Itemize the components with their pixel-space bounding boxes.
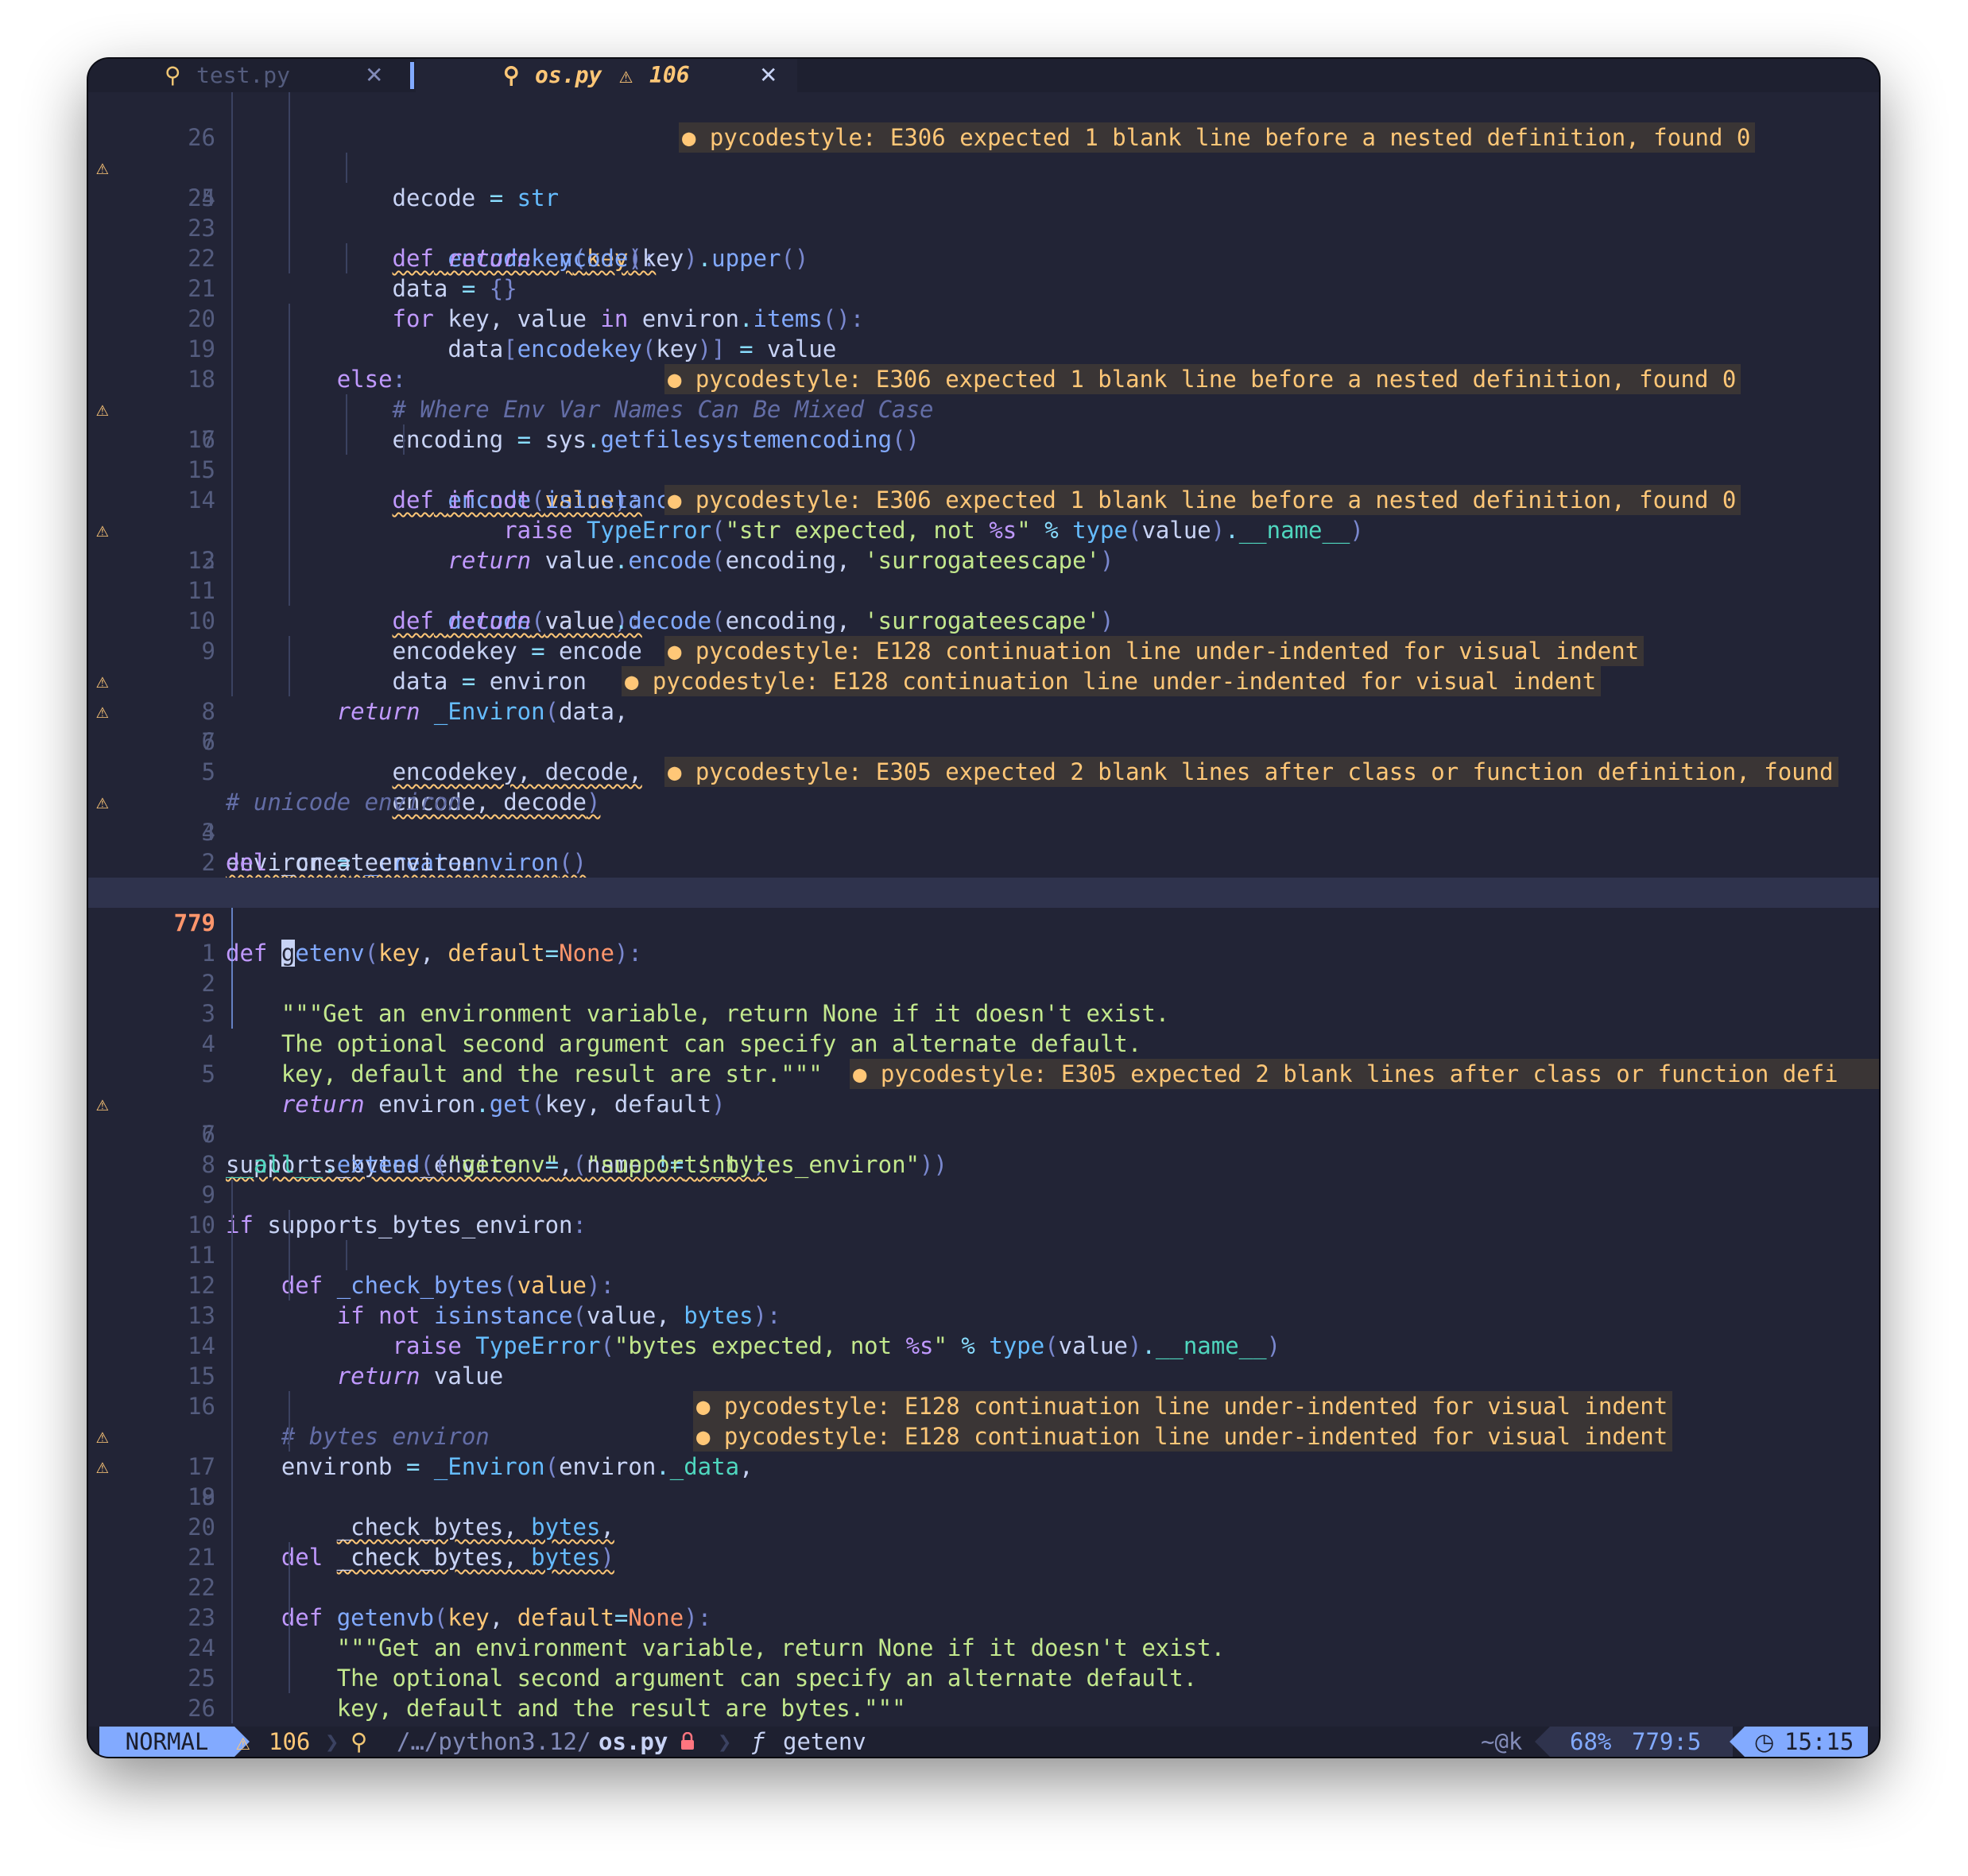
code-line[interactable]: 2 The optional second argument can speci… <box>88 938 1879 1057</box>
clock-icon: ◷ <box>1754 1728 1775 1755</box>
code-line[interactable]: 18 encoding = sys.getfilesystemencoding(… <box>88 334 1879 453</box>
code-line[interactable]: 15 # bytes environ <box>88 1331 1879 1450</box>
code-line[interactable]: 12 return value.decode(encoding, 'surrog… <box>88 515 1879 634</box>
close-icon[interactable]: ✕ <box>365 59 383 92</box>
code-line[interactable]: 22 """Get an environment variable, retur… <box>88 1542 1879 1661</box>
tab-os-py[interactable]: ⚲ os.py ⚠ 106 ✕ <box>416 59 797 92</box>
position-separator <box>1535 1727 1550 1757</box>
diagnostic-message: ● pycodestyle: E306 expected 1 blank lin… <box>664 364 1741 394</box>
code-line[interactable]: 3 key, default and the result are str.""… <box>88 968 1879 1087</box>
code-line[interactable]: 8 <box>88 1119 1879 1178</box>
python-icon: ⚲ <box>165 62 181 88</box>
current-function: getenv <box>783 1728 866 1755</box>
code-line[interactable]: 5 <box>88 1029 1879 1087</box>
scroll-percent: 68% <box>1570 1728 1612 1755</box>
chevron-right-icon: ❯ <box>325 1728 339 1755</box>
code-line[interactable]: 11 if not isinstance(value, bytes): <box>88 1210 1879 1329</box>
user-host: ~@k <box>1481 1728 1523 1755</box>
code-line[interactable]: 16 environb = _Environ(environ._data, <box>88 1361 1879 1480</box>
code-line[interactable]: 4 return environ.get(key, default) <box>88 998 1879 1118</box>
mode-indicator: NORMAL <box>99 1727 234 1757</box>
code-line[interactable]: 25 return environb.get(key, default) <box>88 1633 1879 1752</box>
warning-icon: ⚠ <box>236 1728 250 1755</box>
code-line[interactable]: ⚠ 17 _check_bytes, bytes, ● pycodestyle:… <box>88 1391 1879 1541</box>
code-line[interactable]: 13 return value <box>88 1270 1879 1390</box>
code-line[interactable]: ⚠ 13 def decode(value): ● pycodestyle: E… <box>88 485 1879 634</box>
diagnostic-message: ● pycodestyle: E305 expected 2 blank lin… <box>664 757 1838 787</box>
chevron-right-icon: ❯ <box>718 1728 732 1755</box>
code-line[interactable]: 11 encodekey = encode <box>88 545 1879 665</box>
code-line[interactable]: 23 data = {} <box>88 183 1879 302</box>
diagnostic-message: ● pycodestyle: E128 continuation line un… <box>622 666 1602 696</box>
code-line[interactable]: 26 decode = str <box>88 92 1879 211</box>
lock-icon <box>681 1732 694 1750</box>
file-name: os.py <box>599 1728 668 1755</box>
code-line[interactable]: 5 # unicode environ <box>88 727 1879 816</box>
code-line[interactable]: 24 return encode(key).upper() <box>88 153 1879 272</box>
code-line[interactable]: 19 # Where Env Var Names Can Be Mixed Ca… <box>88 304 1879 423</box>
tab-label: os.py <box>535 62 602 88</box>
code-line[interactable]: ⚠ 17 def encode(value): ● pycodestyle: E… <box>88 364 1879 514</box>
code-line[interactable]: 20 <box>88 1482 1879 1541</box>
code-line[interactable]: 10 data = environ <box>88 576 1879 695</box>
code-editor[interactable]: 26 decode = str ⚠ 25 def encodekey(key):… <box>88 92 1879 1752</box>
code-line[interactable]: 22 for key, value in environ.items(): <box>88 213 1879 332</box>
cursor-position: 779:5 <box>1632 1728 1702 1755</box>
code-line[interactable]: 14 return value.encode(encoding, 'surrog… <box>88 455 1879 574</box>
tab-bar: ⚲ test.py ✕ ⚲ os.py ⚠ 106 ✕ <box>88 59 1879 92</box>
code-line[interactable]: 15 raise TypeError("str expected, not %s… <box>88 424 1879 544</box>
current-line[interactable]: 779 def getenv(key, default=None): <box>88 878 1879 967</box>
code-line[interactable]: 23 The optional second argument can spec… <box>88 1572 1879 1692</box>
status-line: NORMAL ⚠ 106 ❯ ⚲ /…/python3.12/ os.py ❯ … <box>88 1727 1879 1757</box>
code-line[interactable]: 1 <box>88 847 1879 906</box>
code-line[interactable]: ⚠ 25 def encodekey(key): ● pycodestyle: … <box>88 122 1879 272</box>
tab-warning-count: 106 <box>649 62 690 88</box>
clock-time: 15:15 <box>1784 1728 1854 1755</box>
code-line[interactable]: 21 def getenvb(key, default=None): <box>88 1512 1879 1631</box>
code-line[interactable]: ⚠ 8 encodekey, decode, ● pycodestyle: E1… <box>88 636 1879 785</box>
close-icon[interactable]: ✕ <box>759 59 777 92</box>
code-line[interactable]: 14 <box>88 1300 1879 1359</box>
diagnostic-message: ● pycodestyle: E306 expected 1 blank lin… <box>679 122 1756 153</box>
diagnostic-message: ● pycodestyle: E305 expected 2 blank lin… <box>850 1059 1879 1089</box>
code-line[interactable]: 3 del _createenviron <box>88 787 1879 876</box>
code-line[interactable]: 10 def _check_bytes(value): <box>88 1180 1879 1299</box>
code-line[interactable]: 6 <box>88 696 1879 755</box>
diagnostic-message: ● pycodestyle: E128 continuation line un… <box>664 636 1645 666</box>
function-icon: ƒ <box>751 1728 765 1755</box>
code-line[interactable]: ⚠ 6 supports_bytes_environ = (name != 'n… <box>88 1059 1879 1178</box>
editor-window: ⚲ test.py ✕ ⚲ os.py ⚠ 106 ✕ 26 decode = … <box>88 59 1879 1757</box>
code-line[interactable]: 2 <box>88 817 1879 876</box>
code-line[interactable]: 26 <box>88 1663 1879 1722</box>
diagnostic-message: ● pycodestyle: E128 continuation line un… <box>693 1391 1673 1421</box>
python-icon: ⚲ <box>351 1728 368 1755</box>
code-line[interactable]: 21 data[encodekey(key)] = value <box>88 243 1879 362</box>
tab-label: test.py <box>196 62 291 88</box>
code-line[interactable]: ⚠ 7 encode, decode) ● pycodestyle: E128 … <box>88 666 1879 816</box>
diagnostic-message: ● pycodestyle: E128 continuation line un… <box>693 1421 1673 1452</box>
file-path: /…/python3.12/ <box>397 1728 591 1755</box>
code-line[interactable]: 1 """Get an environment variable, return… <box>88 908 1879 1027</box>
warning-icon: ⚠ <box>619 62 633 88</box>
code-line[interactable]: 12 raise TypeError("bytes expected, not … <box>88 1240 1879 1359</box>
code-line[interactable]: 20 else: <box>88 273 1879 393</box>
code-line[interactable]: 24 key, default and the result are bytes… <box>88 1603 1879 1722</box>
diagnostic-message: ● pycodestyle: E306 expected 1 blank lin… <box>664 485 1741 515</box>
code-line[interactable]: 27 __all__.extend(("environb", "getenvb"… <box>88 1693 1879 1752</box>
code-line[interactable]: 7 __all__.extend(("getenv", "supports_by… <box>88 1089 1879 1178</box>
time-separator <box>1730 1727 1745 1757</box>
status-warning-count: 106 <box>269 1728 311 1755</box>
code-line[interactable]: 9 if supports_bytes_environ: <box>88 1149 1879 1238</box>
code-line[interactable]: ⚠ 4 environ = _createenviron() ● pycodes… <box>88 757 1879 876</box>
code-line[interactable]: 16 if not isinstance(value, str): <box>88 394 1879 514</box>
python-icon: ⚲ <box>503 62 520 88</box>
code-line[interactable]: 9 return _Environ(data, <box>88 606 1879 725</box>
tab-separator <box>410 62 414 89</box>
tab-test-py[interactable]: ⚲ test.py ✕ <box>88 59 414 92</box>
code-line[interactable]: ⚠ 18 _check_bytes, bytes) ● pycodestyle:… <box>88 1421 1879 1571</box>
code-line[interactable]: 19 del _check_bytes <box>88 1452 1879 1571</box>
